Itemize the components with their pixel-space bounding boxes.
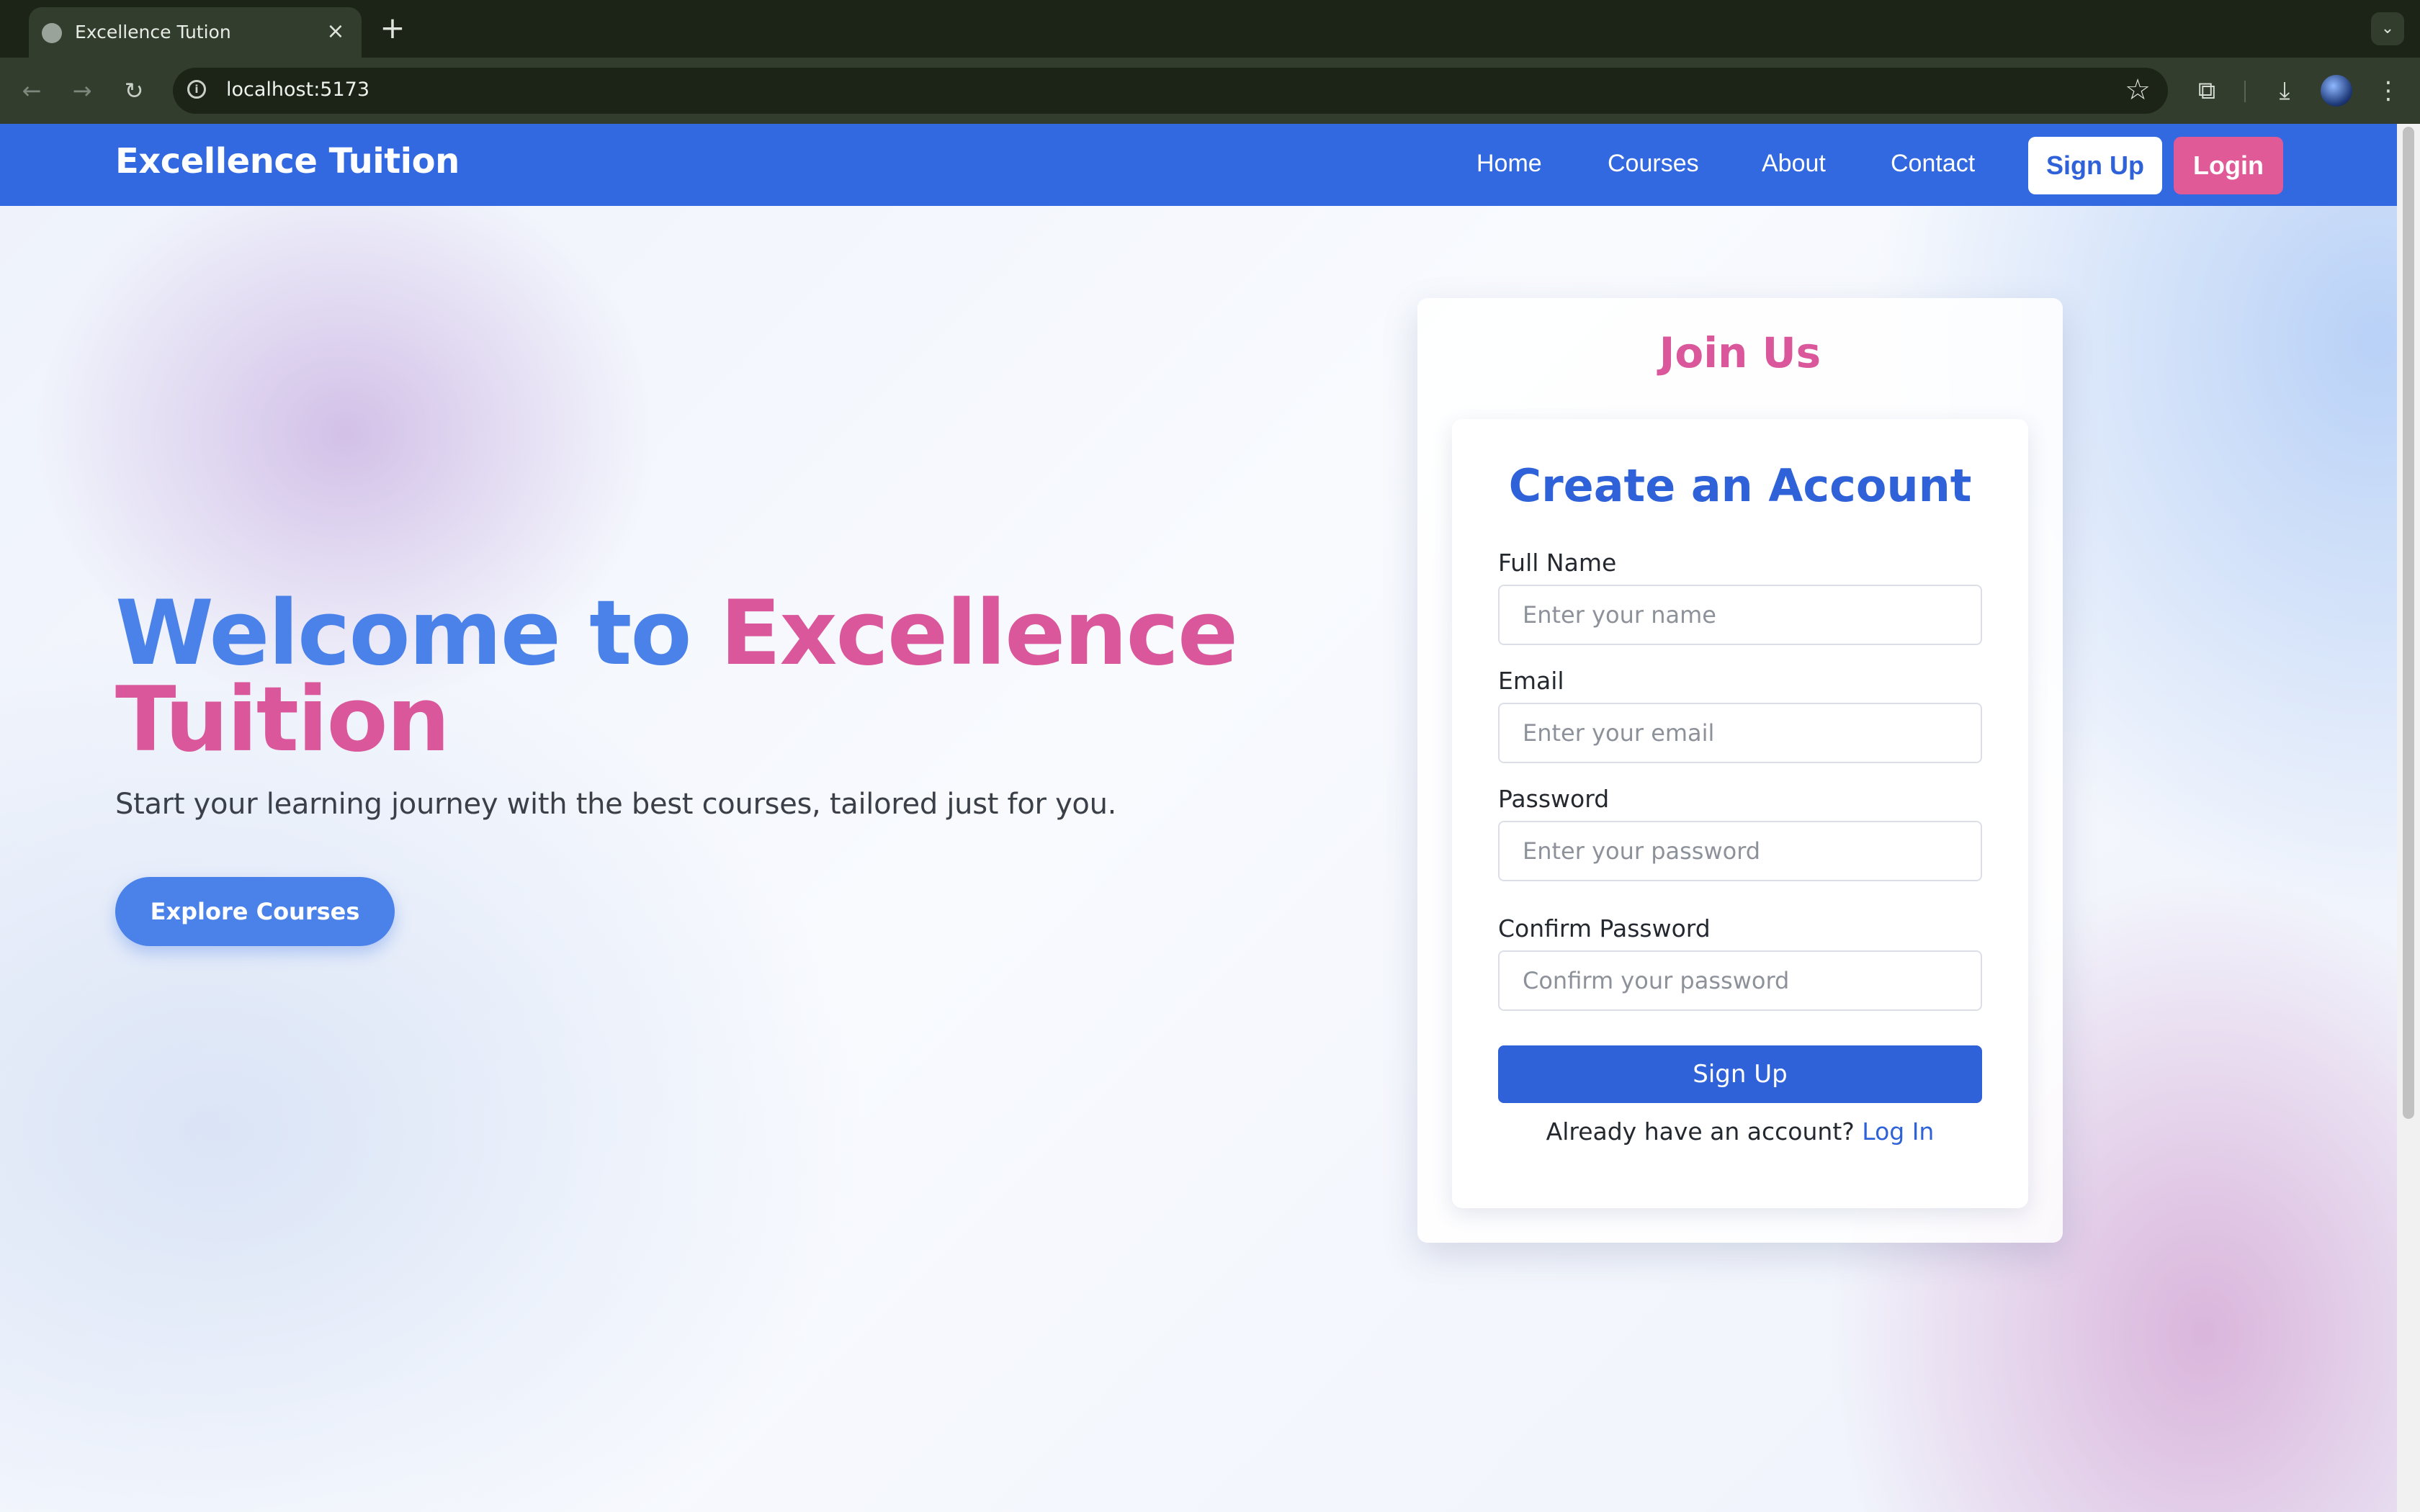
hero-title: Welcome to Excellence Tuition [115, 589, 1268, 765]
email-input[interactable] [1498, 703, 1982, 763]
site-info-icon[interactable]: i [187, 80, 206, 99]
back-arrow-icon[interactable]: ← [14, 73, 49, 108]
site-navbar: Excellence Tuition Home Courses About Co… [0, 124, 2397, 206]
reload-icon[interactable]: ↻ [117, 73, 151, 108]
confirm-password-label: Confirm Password [1498, 914, 1711, 942]
scrollbar-thumb[interactable] [2403, 127, 2414, 1119]
new-tab-icon[interactable]: + [376, 12, 409, 45]
download-icon[interactable]: ⤓ [2267, 73, 2302, 108]
browser-tab-bar: Excellence Tution × + ⌄ [0, 0, 2420, 58]
tab-search-icon[interactable]: ⌄ [2371, 12, 2404, 45]
login-link[interactable]: Log In [1862, 1117, 1934, 1146]
browser-toolbar: ← → ↻ i localhost:5173 ☆ ⧉ ⤓ ⋮ [0, 58, 2420, 124]
nav-login-button[interactable]: Login [2174, 137, 2283, 194]
password-input[interactable] [1498, 821, 1982, 881]
full-name-label: Full Name [1498, 549, 1617, 577]
hero-subtitle: Start your learning journey with the bes… [115, 788, 1117, 821]
form-heading: Create an Account [1508, 459, 1972, 512]
login-prompt: Already have an account? Log In [1452, 1117, 2028, 1146]
close-tab-icon[interactable]: × [321, 17, 350, 46]
bookmark-star-icon[interactable]: ☆ [2125, 73, 2151, 107]
extensions-icon[interactable]: ⧉ [2190, 73, 2224, 108]
tab-title: Excellence Tution [75, 22, 231, 42]
forward-arrow-icon[interactable]: → [65, 73, 99, 108]
signup-form-card: Create an Account Full Name Email Passwo… [1452, 419, 2028, 1208]
profile-avatar[interactable] [2321, 75, 2352, 107]
toolbar-divider [2244, 81, 2246, 102]
login-prompt-text: Already have an account? [1546, 1117, 1863, 1146]
email-label: Email [1498, 667, 1564, 695]
browser-tab[interactable]: Excellence Tution × [29, 7, 362, 58]
nav-link-contact[interactable]: Contact [1891, 150, 1975, 178]
url-text[interactable]: localhost:5173 [226, 78, 369, 101]
address-bar[interactable]: i localhost:5173 ☆ [173, 68, 2168, 114]
nav-link-courses[interactable]: Courses [1608, 150, 1699, 178]
nav-link-home[interactable]: Home [1476, 150, 1542, 178]
signup-submit-button[interactable]: Sign Up [1498, 1045, 1982, 1103]
full-name-input[interactable] [1498, 585, 1982, 645]
join-us-card: Join Us Create an Account Full Name Emai… [1417, 298, 2063, 1243]
nav-link-about[interactable]: About [1762, 150, 1826, 178]
more-menu-icon[interactable]: ⋮ [2371, 73, 2406, 108]
password-label: Password [1498, 785, 1610, 813]
globe-icon [42, 23, 62, 43]
site-brand[interactable]: Excellence Tuition [115, 141, 460, 181]
confirm-password-input[interactable] [1498, 950, 1982, 1011]
nav-signup-button[interactable]: Sign Up [2028, 137, 2162, 194]
page-viewport: Excellence Tuition Home Courses About Co… [0, 124, 2397, 1512]
join-us-title: Join Us [1659, 328, 1821, 377]
explore-courses-button[interactable]: Explore Courses [115, 877, 395, 946]
